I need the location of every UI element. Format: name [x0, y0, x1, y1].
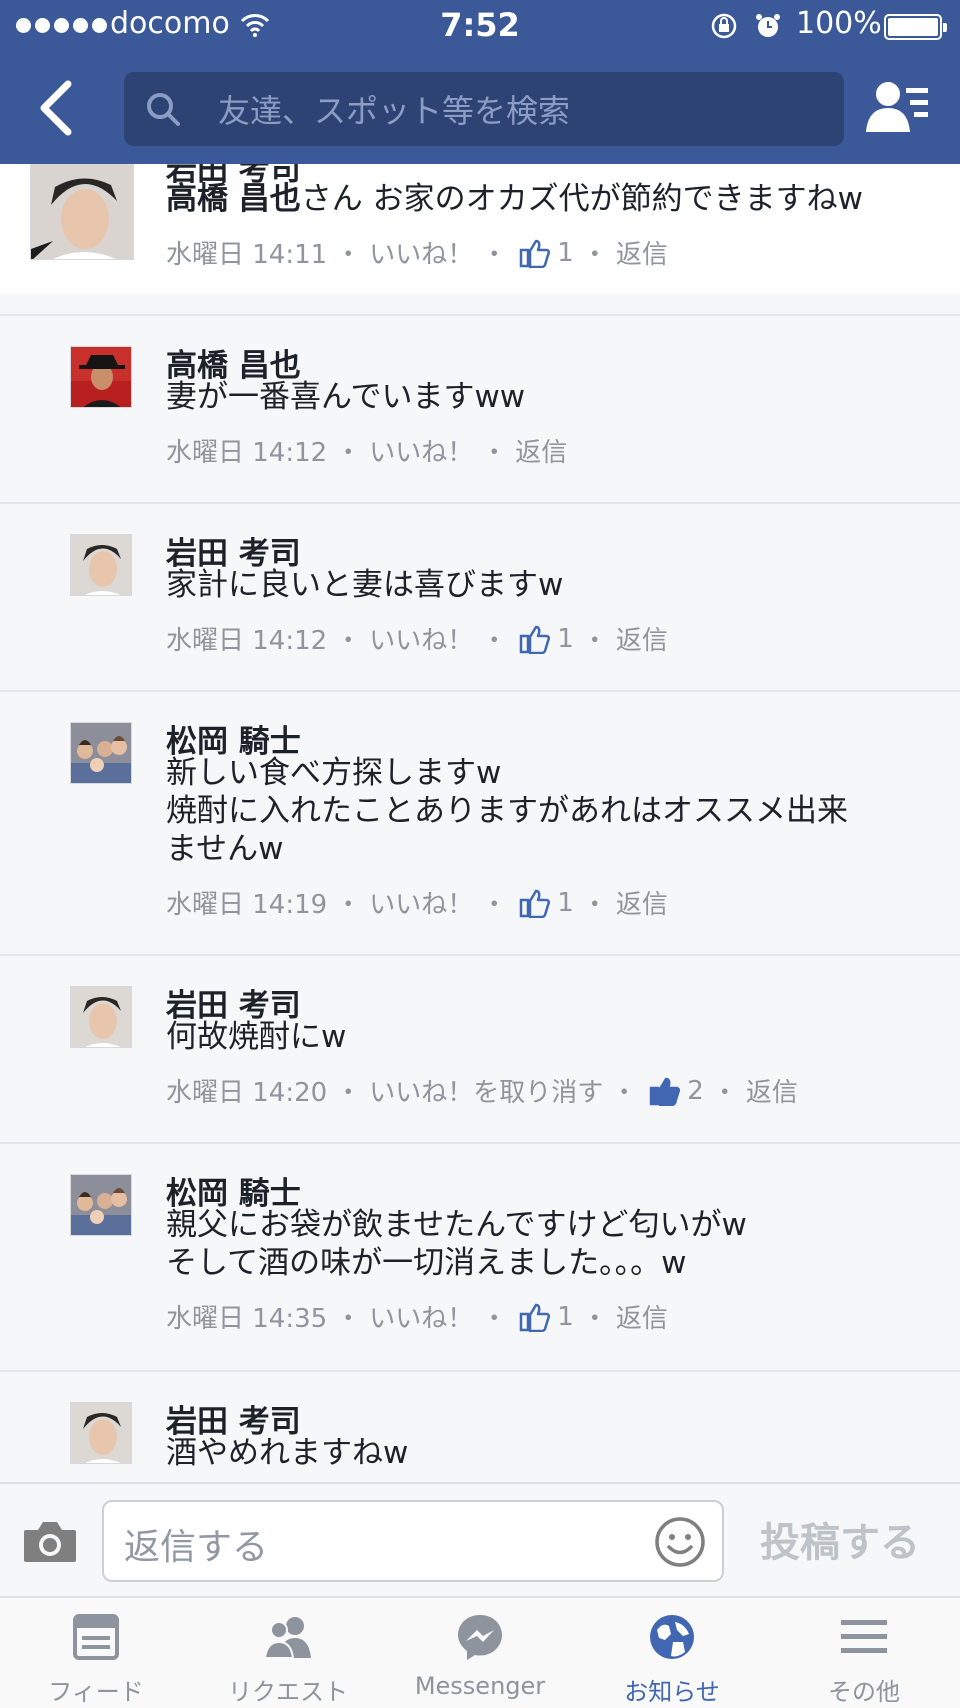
friend-requests-icon — [263, 1617, 311, 1659]
tab-label: お知らせ — [624, 1678, 720, 1706]
like-thumb-icon — [650, 1077, 681, 1106]
comment-text: 酒やめれますねw — [166, 1435, 409, 1471]
tab-more[interactable]: その他 — [768, 1598, 960, 1708]
like-count[interactable]: 1 — [557, 238, 574, 268]
search-icon — [147, 93, 180, 126]
avatar[interactable] — [30, 164, 134, 260]
reply-link[interactable]: 返信 — [616, 620, 668, 657]
mention-link[interactable]: 高橋 昌也 — [166, 181, 301, 217]
search-placeholder: 友達、スポット等を検索 — [218, 92, 571, 130]
comment-item: 松岡 騎士 新しい食べ方探しますw 焼酎に入れたことありますがあれはオススメ出来… — [0, 690, 960, 954]
comment-text: 何故焼酎にw — [166, 1019, 347, 1055]
comment-meta: 水曜日 14:11 ・ いいね！・ 1 ・ 返信 — [166, 234, 668, 271]
alarm-icon — [756, 14, 780, 37]
reply-link[interactable]: 返信 — [616, 1298, 668, 1335]
feed-icon — [73, 1614, 119, 1660]
comment-time: 水曜日 14:12 — [166, 438, 328, 468]
comment-text: 新しい食べ方探しますw 焼酎に入れたことありますがあれはオススメ出来 ませんw — [166, 754, 926, 868]
status-bar: docomo 7:52 100% — [0, 0, 960, 52]
avatar[interactable] — [70, 986, 132, 1048]
like-count[interactable]: 1 — [557, 1302, 574, 1332]
avatar[interactable] — [70, 534, 132, 596]
like-link[interactable]: いいね！ — [369, 1298, 473, 1335]
like-thumb-icon — [520, 1303, 551, 1332]
tab-messenger[interactable]: Messenger — [384, 1598, 576, 1708]
tab-label: その他 — [828, 1678, 900, 1706]
tab-notifications[interactable]: お知らせ — [576, 1598, 768, 1708]
comment-text: 家計に良いと妻は喜びますw — [166, 567, 564, 603]
reply-link[interactable]: 返信 — [616, 884, 668, 921]
like-link[interactable]: いいね！ — [369, 234, 473, 271]
tab-label: フィード — [48, 1678, 144, 1706]
comment-text-line: 親父にお袋が飲ませたんですけど匂いがw — [166, 1207, 747, 1243]
comment-meta: 水曜日 14:20 ・ いいね！を取り消す・ 2 ・ 返信 — [166, 1072, 798, 1109]
reply-link[interactable]: 返信 — [616, 234, 668, 271]
like-count[interactable]: 2 — [687, 1076, 704, 1106]
app-header: docomo 7:52 100% 友達、スポット等を検索 — [0, 0, 960, 164]
comment-item: 岩田 考司 何故焼酎にw 水曜日 14:20 ・ いいね！を取り消す・ 2 ・ 返信 — [0, 954, 960, 1142]
globe-icon — [650, 1615, 694, 1659]
comment-item: 松岡 騎士 親父にお袋が飲ませたんですけど匂いがw そして酒の味が一切消えました… — [0, 1142, 960, 1370]
comment-time: 水曜日 14:35 — [166, 1304, 328, 1334]
comment-item: 岩田 考司 家計に良いと妻は喜びますw 水曜日 14:12 ・ いいね！・ 1 ・ … — [0, 502, 960, 690]
like-thumb-icon — [520, 239, 551, 268]
comment-time: 水曜日 14:12 — [166, 626, 328, 656]
post-button[interactable]: 投稿する — [760, 1510, 920, 1568]
search-input[interactable]: 友達、スポット等を検索 — [124, 72, 844, 146]
unlike-link[interactable]: いいね！を取り消す — [369, 1072, 603, 1109]
comment-text-line: ませんw — [166, 831, 284, 867]
reply-composer: 返信する 投稿する — [0, 1482, 960, 1596]
tab-requests[interactable]: リクエスト — [192, 1598, 384, 1708]
friends-list-icon[interactable] — [866, 78, 930, 138]
comment-time: 水曜日 14:20 — [166, 1078, 328, 1108]
bottom-tab-bar: フィード リクエスト Messenger お知らせ その他 — [0, 1596, 960, 1708]
comment-text-line: そして酒の味が一切消えました。。。w — [166, 1245, 687, 1281]
tab-feed[interactable]: フィード — [0, 1598, 192, 1708]
comment-text-rest: さん お家のオカズ代が節約できますねw — [300, 181, 864, 217]
comment-text-line: 焼酎に入れたことありますがあれはオススメ出来 — [166, 793, 848, 829]
like-link[interactable]: いいね！ — [369, 884, 473, 921]
reply-placeholder: 返信する — [124, 1527, 269, 1568]
emoji-icon[interactable] — [654, 1516, 706, 1568]
comment-thread: 岩田 考司 高橋 昌也さん お家のオカズ代が節約できますねw 水曜日 14:11… — [0, 164, 960, 1482]
comment-meta: 水曜日 14:35 ・ いいね！・ 1 ・ 返信 — [166, 1298, 668, 1335]
comment-text-line: 新しい食べ方探しますw — [166, 755, 502, 791]
comment-item: 岩田 考司 高橋 昌也さん お家のオカズ代が節約できますねw 水曜日 14:11… — [0, 164, 960, 294]
rotation-lock-icon — [711, 13, 737, 39]
avatar[interactable] — [70, 1174, 132, 1236]
camera-icon[interactable] — [22, 1518, 78, 1564]
reply-link[interactable]: 返信 — [515, 432, 567, 469]
comment-text: 親父にお袋が飲ませたんですけど匂いがw そして酒の味が一切消えました。。。w — [166, 1206, 926, 1282]
reply-link[interactable]: 返信 — [746, 1072, 798, 1109]
battery-percent: 100% — [796, 6, 882, 41]
comment-meta: 水曜日 14:12 ・ いいね！・ 返信 — [166, 432, 567, 469]
back-chevron-icon[interactable] — [32, 78, 82, 138]
like-count[interactable]: 1 — [557, 624, 574, 654]
like-thumb-icon — [520, 625, 551, 654]
like-link[interactable]: いいね！ — [369, 432, 473, 469]
comment-meta: 水曜日 14:12 ・ いいね！・ 1 ・ 返信 — [166, 620, 668, 657]
like-thumb-icon — [520, 889, 551, 918]
avatar[interactable] — [70, 346, 132, 408]
comment-item: 高橋 昌也 妻が一番喜んでいますww 水曜日 14:12 ・ いいね！・ 返信 — [0, 314, 960, 502]
comment-time: 水曜日 14:19 — [166, 890, 328, 920]
like-link[interactable]: いいね！ — [369, 620, 473, 657]
menu-icon — [841, 1620, 887, 1653]
reply-input[interactable]: 返信する — [102, 1500, 724, 1582]
tab-label: リクエスト — [228, 1678, 348, 1706]
like-count[interactable]: 1 — [557, 888, 574, 918]
tab-label: Messenger — [414, 1672, 546, 1700]
avatar[interactable] — [70, 722, 132, 784]
avatar[interactable] — [70, 1402, 132, 1464]
comment-meta: 水曜日 14:19 ・ いいね！・ 1 ・ 返信 — [166, 884, 668, 921]
battery-icon — [884, 14, 947, 40]
comment-text: 高橋 昌也さん お家のオカズ代が節約できますねw — [166, 180, 926, 218]
messenger-icon — [458, 1615, 502, 1660]
comment-time: 水曜日 14:11 — [166, 240, 328, 270]
comment-text: 妻が一番喜んでいますww — [166, 379, 526, 415]
comment-item: 岩田 考司 酒やめれますねw — [0, 1370, 960, 1482]
